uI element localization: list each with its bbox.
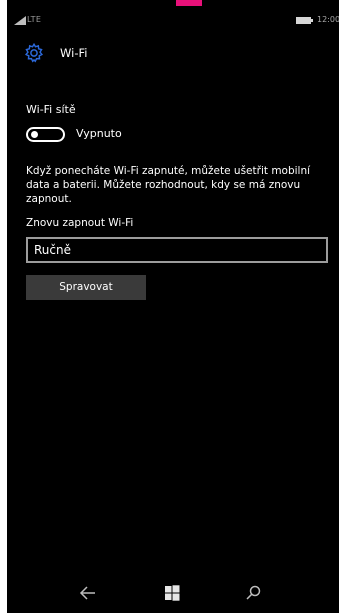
gear-icon xyxy=(24,42,44,63)
windows-logo-icon xyxy=(165,585,180,601)
network-label: LTE xyxy=(27,15,42,24)
back-button[interactable] xyxy=(75,582,101,604)
wifi-description: Když ponecháte Wi-Fi zapnuté, můžete uše… xyxy=(26,165,311,205)
page-title: Wi-Fi xyxy=(60,46,88,60)
wifi-settings: Wi-Fi sítě Vypnuto Když ponecháte Wi-Fi … xyxy=(26,103,331,300)
back-arrow-icon xyxy=(79,586,95,600)
battery-icon xyxy=(296,17,313,24)
wifi-toggle-state: Vypnuto xyxy=(76,127,122,140)
search-button[interactable] xyxy=(240,582,266,604)
reenable-wifi-value: Ručně xyxy=(34,243,71,257)
wifi-toggle-row: Vypnuto xyxy=(26,125,331,147)
signal-icon xyxy=(14,16,26,25)
toggle-knob xyxy=(31,131,38,138)
clock: 12:00 xyxy=(317,15,339,24)
navigation-bar xyxy=(7,578,339,610)
reenable-wifi-select[interactable]: Ručně xyxy=(26,237,328,263)
start-button[interactable] xyxy=(159,582,185,604)
status-bar: LTE 12:00 xyxy=(7,14,339,32)
phone-screen: LTE 12:00 Wi-Fi Wi-Fi sítě Vypnuto Když … xyxy=(7,0,339,613)
search-icon xyxy=(246,585,261,600)
reenable-wifi-label: Znovu zapnout Wi-Fi xyxy=(26,217,134,229)
manage-button[interactable]: Spravovat xyxy=(26,275,146,300)
wifi-networks-label: Wi-Fi sítě xyxy=(26,103,76,116)
accent-marker xyxy=(176,0,202,6)
wifi-toggle[interactable] xyxy=(26,127,65,142)
page-header: Wi-Fi xyxy=(7,40,339,72)
